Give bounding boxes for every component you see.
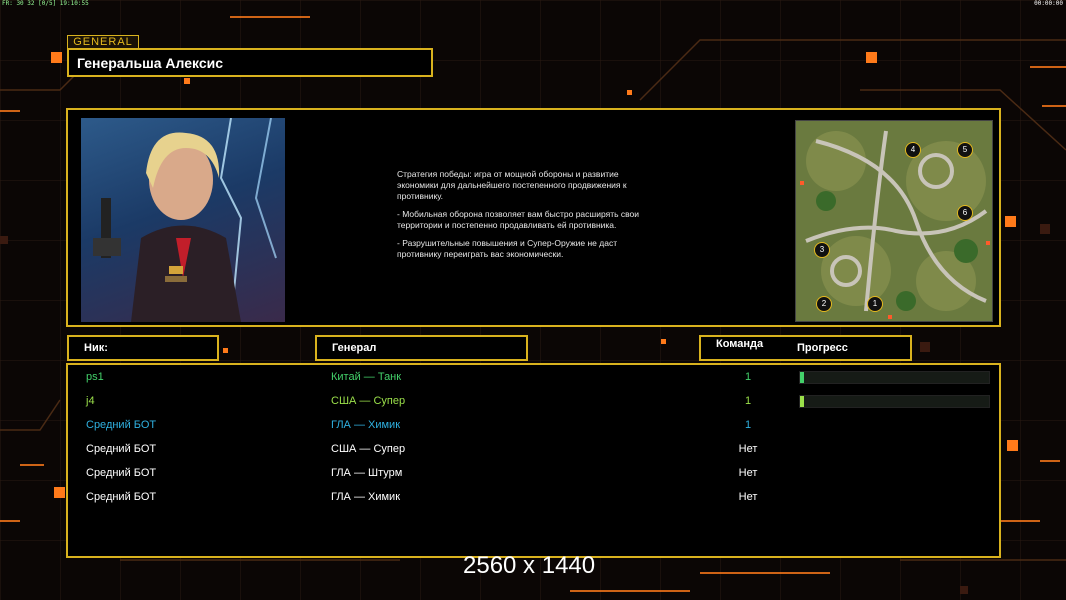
general-name: Генеральша Алексис (67, 48, 433, 77)
player-nick: j4 (86, 395, 95, 407)
map-slot-3: 3 (814, 242, 830, 258)
player-team: 1 (744, 419, 752, 431)
strategy-paragraph: - Разрушительные повышения и Супер-Оружи… (397, 238, 618, 259)
player-general: Китай — Танк (331, 371, 402, 383)
header-team-progress: Команда Прогресс (699, 335, 912, 361)
player-nick: Средний БОТ (86, 491, 157, 503)
player-row: j4 США — Супер 1 (68, 389, 999, 413)
fps-readout: FR: 30 32 [0/5] 19:10:55 (2, 0, 89, 7)
map-preview: 4 5 6 3 2 1 (795, 120, 993, 322)
player-team: Нет (738, 491, 758, 503)
player-team: Нет (738, 443, 758, 455)
progress-fill (800, 396, 804, 407)
player-nick: ps1 (86, 371, 104, 383)
player-progress-bar (799, 395, 990, 408)
player-progress-bar (799, 371, 990, 384)
strategy-paragraph: Стратегия победы: игра от мощной обороны… (397, 169, 627, 201)
player-team: 1 (744, 371, 752, 383)
player-team: 1 (744, 395, 752, 407)
strategy-paragraph: - Мобильная оборона позволяет вам быстро… (397, 209, 640, 230)
player-general: США — Супер (331, 443, 406, 455)
player-row: Средний БОТ ГЛА — Химик 1 (68, 413, 999, 437)
header-general: Генерал (315, 335, 528, 361)
clock-readout: 00:00:00 (1034, 0, 1063, 7)
player-row: ps1 Китай — Танк 1 (68, 365, 999, 389)
header-team: Команда (716, 338, 764, 350)
players-list: ps1 Китай — Танк 1 j4 США — Супер 1 Сред… (66, 363, 1001, 558)
player-row: Средний БОТ ГЛА — Штурм Нет (68, 461, 999, 485)
player-nick: Средний БОТ (86, 467, 157, 479)
strategy-description: Стратегия победы: игра от мощной обороны… (397, 169, 697, 267)
player-team: Нет (738, 467, 758, 479)
player-general: ГЛА — Штурм (331, 467, 403, 479)
map-slot-4: 4 (905, 142, 921, 158)
player-row: Средний БОТ США — Супер Нет (68, 437, 999, 461)
player-nick: Средний БОТ (86, 419, 157, 431)
player-nick: Средний БОТ (86, 443, 157, 455)
player-row: Средний БОТ ГЛА — Химик Нет (68, 485, 999, 509)
player-general: ГЛА — Химик (331, 419, 401, 431)
header-progress: Прогресс (797, 342, 848, 354)
map-slot-5: 5 (957, 142, 973, 158)
map-slot-6: 6 (957, 205, 973, 221)
resolution-label: 2560 x 1440 (463, 552, 596, 579)
map-slot-2: 2 (816, 296, 832, 312)
header-nick: Ник: (67, 335, 219, 361)
player-general: ГЛА — Химик (331, 491, 401, 503)
map-slot-1: 1 (867, 296, 883, 312)
general-tag: GENERAL (67, 35, 139, 49)
player-general: США — Супер (331, 395, 406, 407)
progress-fill (800, 372, 804, 383)
general-info-panel: Стратегия победы: игра от мощной обороны… (66, 108, 1001, 327)
general-portrait (81, 118, 285, 322)
